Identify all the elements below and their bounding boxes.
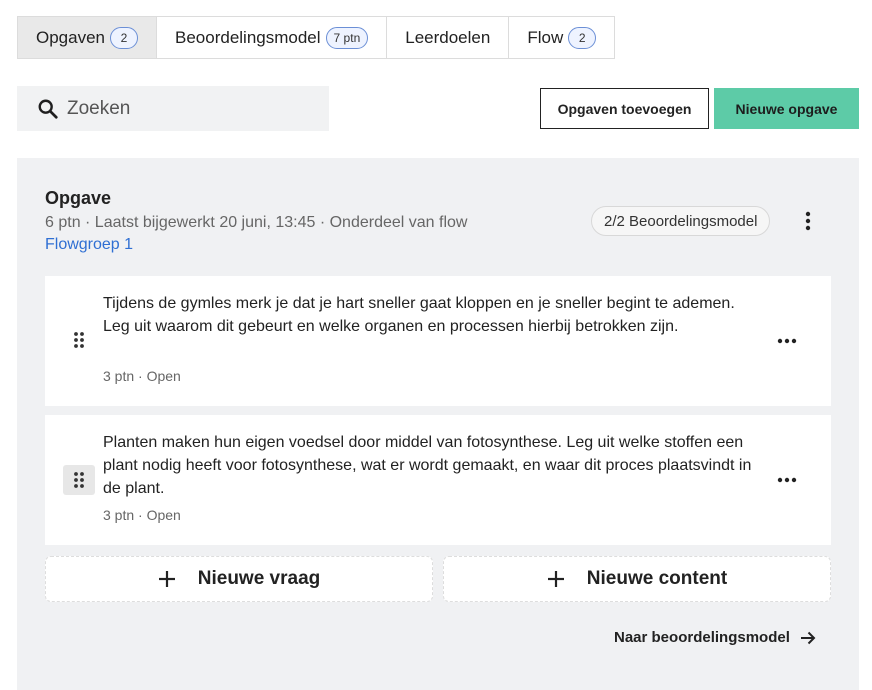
tab-count-badge: 7 ptn xyxy=(325,26,369,49)
tab-label: Opgaven xyxy=(36,27,105,47)
to-rubric-label: Naar beoordelingsmodel xyxy=(614,629,790,646)
tab-label: Flow xyxy=(527,27,564,47)
rubric-status-badge[interactable]: 2/2 Beoordelingsmodel xyxy=(591,206,771,236)
tab-opgaven[interactable]: Opgaven 2 xyxy=(18,17,157,58)
to-rubric-link[interactable]: Naar beoordelingsmodel xyxy=(614,629,816,646)
tab-count-badge: 2 xyxy=(568,26,597,49)
add-content-label: Nieuwe content xyxy=(586,568,728,589)
add-question-label: Nieuwe vraag xyxy=(197,568,321,589)
question-meta: 3 ptn · Open xyxy=(103,507,181,523)
search-input[interactable] xyxy=(67,97,307,120)
question-more-menu-icon[interactable] xyxy=(767,465,807,495)
tab-flow[interactable]: Flow 2 xyxy=(509,17,615,58)
plus-icon xyxy=(158,571,175,587)
assignment-title: Opgave xyxy=(45,188,112,208)
flow-group-link[interactable]: Flowgroep 1 xyxy=(45,236,133,254)
new-assignment-button[interactable]: Nieuwe opgave xyxy=(714,88,859,129)
arrow-right-icon xyxy=(800,631,816,644)
question-card[interactable]: Tijdens de gymles merk je dat je hart sn… xyxy=(45,276,831,406)
search-icon xyxy=(38,99,58,119)
question-more-menu-icon[interactable] xyxy=(767,326,807,356)
tab-leerdoelen[interactable]: Leerdoelen xyxy=(387,17,510,58)
assignment-more-menu-icon[interactable] xyxy=(795,208,821,234)
question-card[interactable]: Planten maken hun eigen voedsel door mid… xyxy=(45,415,831,545)
question-text: Tijdens de gymles merk je dat je hart sn… xyxy=(103,295,735,335)
question-text: Planten maken hun eigen voedsel door mid… xyxy=(103,434,752,497)
tab-bar: Opgaven 2 Beoordelingsmodel 7 ptn Leerdo… xyxy=(17,16,616,59)
assignment-meta: 6 ptn · Laatst bijgewerkt 20 juni, 13:45… xyxy=(45,214,468,231)
drag-handle-icon[interactable] xyxy=(63,325,95,355)
add-content-button[interactable]: Nieuwe content xyxy=(443,556,831,602)
tab-count-badge: 2 xyxy=(110,26,138,49)
tab-label: Beoordelingsmodel xyxy=(175,27,321,47)
assignment-panel: Opgave 6 ptn · Laatst bijgewerkt 20 juni… xyxy=(17,158,859,690)
question-meta: 3 ptn · Open xyxy=(103,368,181,384)
tab-label: Leerdoelen xyxy=(405,27,491,47)
search-box xyxy=(17,86,329,131)
tab-beoordelingsmodel[interactable]: Beoordelingsmodel 7 ptn xyxy=(157,17,388,58)
add-question-button[interactable]: Nieuwe vraag xyxy=(45,556,433,602)
drag-handle-icon[interactable] xyxy=(63,465,95,495)
add-existing-assignments-button[interactable]: Opgaven toevoegen xyxy=(540,88,709,129)
plus-icon xyxy=(547,571,564,587)
